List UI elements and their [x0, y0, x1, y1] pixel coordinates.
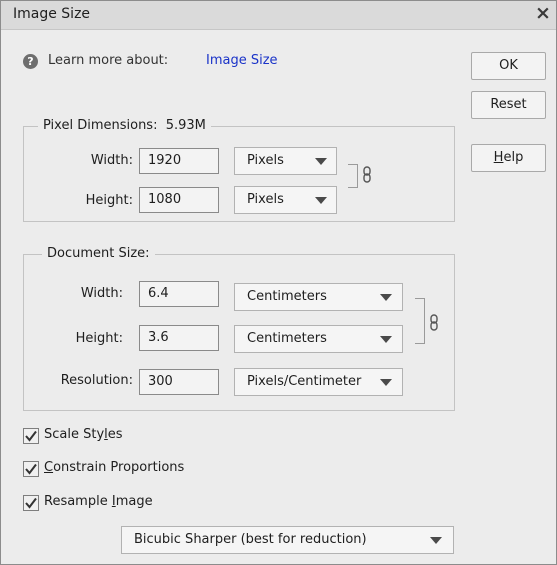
pixel-dimensions-legend: Pixel Dimensions: 5.93M	[38, 118, 211, 133]
chain-link-icon[interactable]	[429, 314, 439, 332]
doc-width-unit-value: Centimeters	[247, 289, 327, 304]
pixel-height-input[interactable]: 1080	[139, 187, 219, 213]
chain-link-icon[interactable]	[362, 166, 372, 184]
resample-text-rest: mage	[115, 494, 153, 509]
close-icon[interactable]: ×	[535, 2, 551, 24]
scale-styles-text-rest: es	[107, 427, 123, 442]
chevron-down-icon	[315, 158, 327, 165]
resample-method-value: Bicubic Sharper (best for reduction)	[134, 532, 367, 547]
pixel-height-unit-value: Pixels	[247, 192, 284, 207]
document-link-bracket	[415, 298, 425, 344]
chevron-down-icon	[380, 336, 392, 343]
learn-more-text: Learn more about:	[48, 53, 169, 68]
resolution-input[interactable]: 300	[139, 369, 219, 395]
ok-button[interactable]: OK	[471, 52, 546, 80]
doc-width-label: Width:	[80, 286, 123, 301]
resolution-unit-select[interactable]: Pixels/Centimeter	[234, 368, 403, 396]
pixel-width-label: Width:	[90, 153, 133, 168]
resolution-label: Resolution:	[60, 373, 133, 388]
pixel-height-unit-select[interactable]: Pixels	[234, 186, 337, 214]
constrain-mnemonic: C	[44, 460, 54, 475]
resolution-unit-value: Pixels/Centimeter	[247, 374, 362, 389]
pixel-width-unit-value: Pixels	[247, 153, 284, 168]
chevron-down-icon	[430, 537, 442, 544]
checkmark-icon	[25, 463, 37, 475]
pixel-width-unit-select[interactable]: Pixels	[234, 147, 337, 175]
pixel-height-label: Height:	[85, 193, 133, 208]
document-size-legend: Document Size:	[42, 246, 155, 261]
doc-height-label: Height:	[75, 331, 123, 346]
reset-button[interactable]: Reset	[471, 91, 546, 119]
scale-styles-label[interactable]: Scale Styles	[44, 427, 123, 442]
pixel-link-bracket	[348, 164, 358, 188]
resample-method-select[interactable]: Bicubic Sharper (best for reduction)	[121, 526, 454, 554]
pixel-dimensions-label: Pixel Dimensions:	[43, 118, 158, 133]
checkmark-icon	[25, 430, 37, 442]
doc-height-unit-value: Centimeters	[247, 331, 327, 346]
constrain-text-rest: onstrain Proportions	[53, 460, 185, 475]
title-bar[interactable]: Image Size ×	[1, 1, 556, 30]
doc-height-unit-select[interactable]: Centimeters	[234, 325, 403, 353]
pixel-dimensions-size: 5.93M	[165, 118, 206, 133]
checkmark-icon	[25, 497, 37, 509]
scale-styles-checkbox[interactable]	[23, 428, 39, 444]
doc-width-unit-select[interactable]: Centimeters	[234, 283, 403, 311]
resample-image-label[interactable]: Resample Image	[44, 494, 153, 509]
constrain-proportions-label[interactable]: Constrain Proportions	[44, 460, 184, 475]
doc-height-input[interactable]: 3.6	[139, 325, 219, 351]
resample-image-checkbox[interactable]	[23, 495, 39, 511]
resample-text: Resample	[44, 494, 112, 509]
help-button-text-rest: elp	[503, 150, 524, 165]
help-button-mnemonic: H	[493, 150, 504, 165]
scale-styles-text: Scale Sty	[44, 427, 105, 442]
constrain-proportions-checkbox[interactable]	[23, 461, 39, 477]
chevron-down-icon	[315, 197, 327, 204]
question-circle-icon: ?	[23, 54, 38, 69]
doc-width-input[interactable]: 6.4	[139, 281, 219, 307]
pixel-width-input[interactable]: 1920	[139, 148, 219, 174]
dialog-title: Image Size	[13, 6, 91, 22]
chevron-down-icon	[380, 294, 392, 301]
help-button[interactable]: Help	[471, 144, 546, 172]
image-size-dialog: Image Size × ? Learn more about: Image S…	[0, 0, 557, 565]
image-size-help-link[interactable]: Image Size	[206, 53, 278, 68]
chevron-down-icon	[380, 379, 392, 386]
